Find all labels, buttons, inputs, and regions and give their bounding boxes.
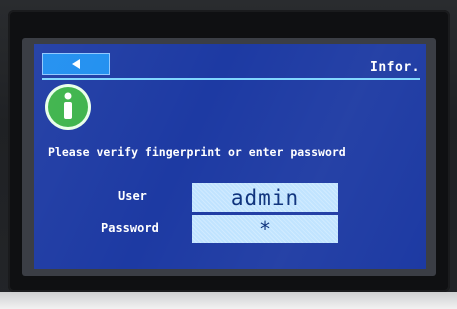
user-label: User bbox=[118, 189, 147, 203]
title-divider bbox=[42, 78, 420, 80]
instruction-message: Please verify fingerprint or enter passw… bbox=[48, 145, 346, 159]
back-button[interactable] bbox=[42, 53, 110, 75]
password-field[interactable]: * bbox=[192, 215, 338, 243]
back-arrow-icon bbox=[72, 59, 80, 69]
top-bar: Infor. bbox=[34, 44, 426, 80]
page-title: Infor. bbox=[370, 60, 420, 75]
device-base bbox=[0, 292, 457, 309]
lcd-screen: Infor. Please verify fingerprint or ente… bbox=[34, 44, 426, 269]
user-field[interactable]: admin bbox=[192, 183, 338, 212]
password-label: Password bbox=[101, 221, 159, 235]
info-icon bbox=[45, 84, 91, 130]
